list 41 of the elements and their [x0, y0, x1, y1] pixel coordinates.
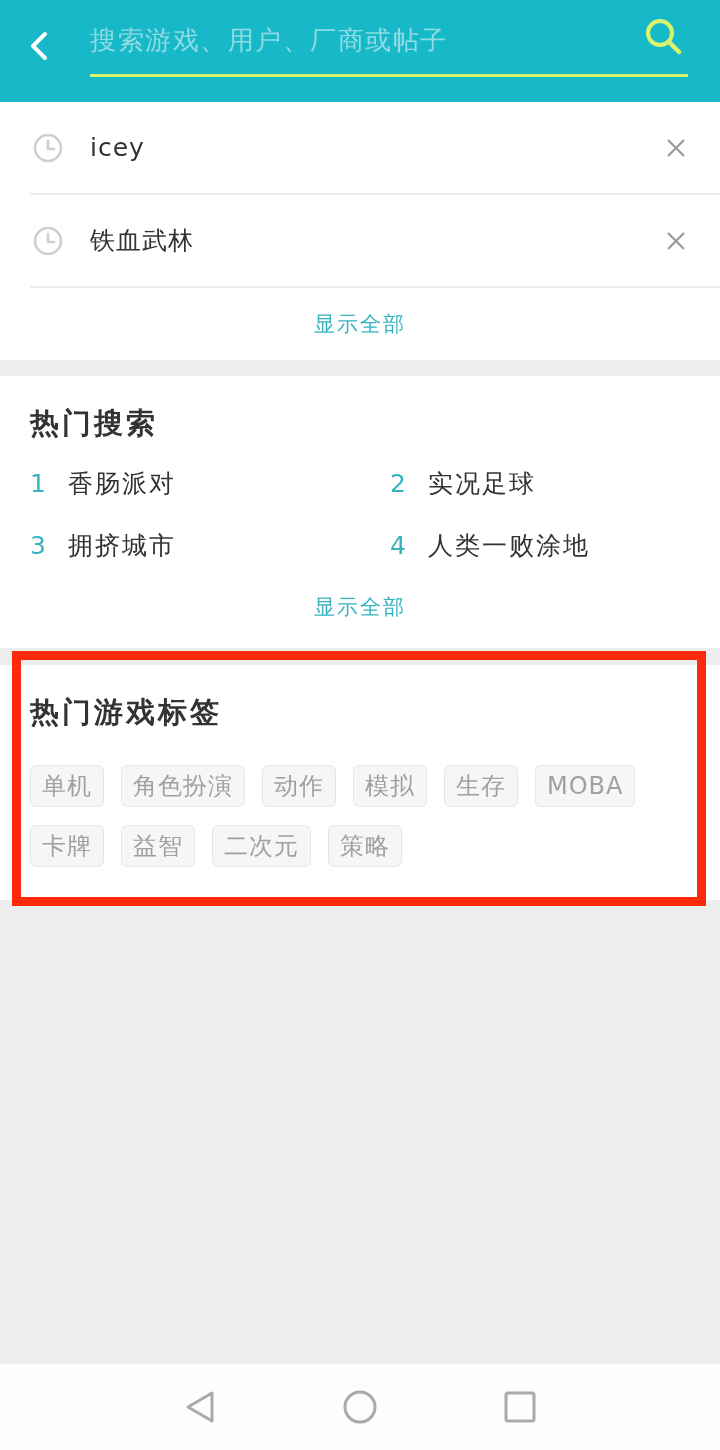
hot-search-item[interactable]: 实况足球 — [428, 466, 536, 500]
game-tag[interactable]: 益智 — [121, 825, 195, 867]
recents-nav-button[interactable] — [503, 1390, 537, 1424]
search-button[interactable] — [644, 17, 682, 55]
game-tag[interactable]: 卡牌 — [30, 825, 104, 867]
show-all-link[interactable]: 显示全部 — [314, 310, 406, 338]
remove-button[interactable] — [666, 230, 686, 251]
remove-button[interactable] — [666, 137, 686, 158]
close-icon — [666, 230, 686, 251]
close-icon — [666, 137, 686, 158]
game-tag[interactable]: 生存 — [444, 765, 518, 807]
rank-number: 2 — [390, 468, 407, 498]
game-tag[interactable]: 角色扮演 — [121, 765, 245, 807]
clock-icon — [33, 225, 63, 256]
game-tag[interactable]: 二次元 — [212, 825, 311, 867]
home-nav-button[interactable] — [343, 1390, 377, 1424]
hot-search-item[interactable]: 拥挤城市 — [68, 528, 176, 562]
chevron-left-icon — [30, 31, 48, 61]
show-all-link[interactable]: 显示全部 — [314, 593, 406, 621]
rank-number: 4 — [390, 530, 407, 560]
game-tag[interactable]: 动作 — [262, 765, 336, 807]
search-input[interactable]: 搜索游戏、用户、厂商或帖子 — [90, 20, 632, 60]
search-field[interactable]: 搜索游戏、用户、厂商或帖子 — [90, 12, 688, 77]
history-item[interactable]: 铁血武林 — [90, 224, 666, 257]
circle-home-icon — [343, 1390, 377, 1424]
rank-number: 3 — [30, 530, 47, 560]
section-title: 热门游戏标签 — [30, 695, 222, 729]
hot-search-item[interactable]: 香肠派对 — [68, 466, 176, 500]
search-icon — [644, 17, 682, 55]
clock-icon — [33, 132, 63, 163]
hot-search-item[interactable]: 人类一败涂地 — [428, 528, 590, 562]
back-button[interactable] — [30, 31, 48, 61]
game-tag[interactable]: 单机 — [30, 765, 104, 807]
section-title: 热门搜索 — [30, 406, 158, 440]
triangle-back-icon — [185, 1390, 215, 1424]
square-recents-icon — [504, 1391, 536, 1423]
game-tag[interactable]: 模拟 — [353, 765, 427, 807]
game-tag[interactable]: MOBA — [535, 765, 636, 807]
rank-number: 1 — [30, 468, 47, 498]
history-item[interactable]: icey — [90, 133, 666, 162]
game-tag[interactable]: 策略 — [328, 825, 402, 867]
